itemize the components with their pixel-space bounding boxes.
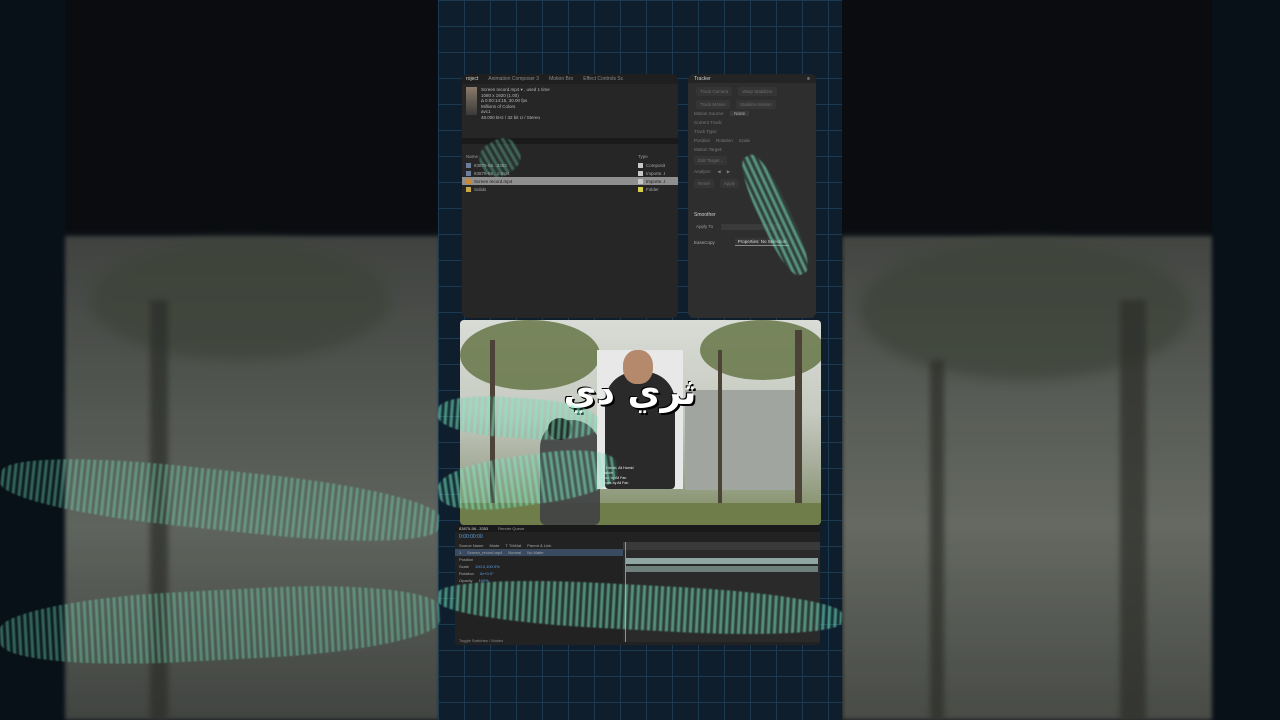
- motion-source-select[interactable]: None: [730, 111, 750, 116]
- tab-effect-controls[interactable]: Effect Controls Sc: [583, 76, 623, 82]
- analyze-backward-icon[interactable]: ◀: [717, 169, 720, 175]
- footage-thumbnail: [466, 87, 477, 115]
- property-name: Opacity: [459, 578, 473, 583]
- warp-stabilizer-button[interactable]: Warp Stabilizer: [738, 87, 777, 96]
- project-item-type: Folder: [646, 186, 659, 192]
- background-edge-right: [1212, 0, 1280, 720]
- tree-trunk: [795, 330, 802, 525]
- smoother-title: Smoother: [694, 212, 716, 218]
- render-queue-tab[interactable]: Render Queue: [498, 526, 524, 531]
- label-swatch[interactable]: [638, 162, 643, 168]
- column-trkmat: T TrkMat: [505, 543, 522, 548]
- footage-icon: [466, 178, 471, 184]
- analyze-forward-icon[interactable]: ▶: [727, 169, 730, 175]
- property-value[interactable]: 100.0,100.0%: [475, 564, 500, 569]
- project-item-name: Solids: [474, 186, 487, 192]
- footage-audio: 48.000 kHz / 32 bit U / Stereo: [481, 114, 541, 120]
- layer-name[interactable]: Screen_record.mp4: [467, 550, 502, 555]
- apply-to-label: Apply To: [696, 224, 714, 229]
- current-track-label: Current Track:: [694, 120, 723, 125]
- column-source-name: Source Name: [459, 543, 484, 548]
- position-checkbox[interactable]: Position: [694, 138, 710, 143]
- layer-number: 1: [459, 550, 462, 555]
- column-type[interactable]: Type: [638, 154, 674, 159]
- property-name: Rotation: [459, 571, 474, 576]
- label-swatch[interactable]: [638, 186, 643, 192]
- motion-target-label: Motion Target:: [694, 147, 723, 152]
- stabilize-motion-button[interactable]: Stabilize Motion: [735, 100, 776, 109]
- blurred-tree-trunk: [1120, 300, 1146, 720]
- property-row[interactable]: Rotation 0x+0.0°: [455, 570, 623, 577]
- layer-column-header: Source Name Mode T TrkMat Parent & Link: [455, 542, 623, 549]
- column-name[interactable]: Name: [466, 154, 478, 159]
- analyze-label: Analyze:: [694, 169, 712, 174]
- blurred-tree-canopy: [90, 240, 390, 360]
- project-panel: roject Animation Composer 3 Motion Bro E…: [462, 74, 678, 318]
- project-item-selected[interactable]: Screen record.mp4 Importe..t: [462, 177, 678, 185]
- rotation-checkbox[interactable]: Rotation: [716, 138, 733, 143]
- timeline-tab[interactable]: 83875-58...3353: [459, 526, 488, 531]
- toggle-switches-modes[interactable]: Toggle Switches / Modes: [459, 638, 503, 643]
- screen: roject Animation Composer 3 Motion Bro E…: [0, 0, 1280, 720]
- project-item-name: Screen record.mp4: [474, 178, 513, 184]
- project-item-type: Composit: [646, 162, 666, 168]
- timecode[interactable]: 0:00:00:00: [455, 532, 820, 542]
- label-swatch[interactable]: [638, 178, 643, 184]
- motion-source-label: Motion Source:: [694, 111, 725, 116]
- property-row[interactable]: Scale 100.0,100.0%: [455, 563, 623, 570]
- property-name: Scale: [459, 564, 470, 569]
- column-parent: Parent & Link: [527, 543, 552, 548]
- label-swatch[interactable]: [638, 170, 643, 176]
- layer-mode[interactable]: Normal: [508, 550, 521, 555]
- tab-project[interactable]: roject: [466, 76, 478, 82]
- scale-checkbox[interactable]: Scale: [739, 138, 750, 143]
- layer-duration-bar[interactable]: [625, 566, 818, 572]
- panel-tabs: roject Animation Composer 3 Motion Bro E…: [462, 74, 678, 84]
- time-ruler[interactable]: [623, 542, 820, 550]
- blurred-tree-trunk: [930, 360, 944, 720]
- project-item-type: Importe..t: [646, 178, 666, 184]
- reset-button[interactable]: Reset: [694, 179, 714, 188]
- panel-menu-icon[interactable]: ≡: [807, 76, 810, 82]
- project-item[interactable]: Solids Folder: [462, 185, 678, 193]
- property-row[interactable]: Position: [455, 556, 623, 563]
- tracker-title-bar: Tracker ≡: [688, 74, 816, 83]
- footage-info: Screen record.mp4 ▾ , used 1 time 1080 x…: [462, 84, 678, 136]
- apply-button[interactable]: Apply: [719, 179, 740, 188]
- edit-target-button[interactable]: Edit Target...: [694, 156, 728, 165]
- project-item-type: Importe..t: [646, 170, 666, 176]
- tab-animation-composer[interactable]: Animation Composer 3: [488, 76, 539, 82]
- track-type-label: Track Type:: [694, 129, 718, 134]
- footage-icon: [466, 170, 471, 176]
- layer-duration-bar[interactable]: [625, 558, 818, 564]
- folder-icon: [466, 186, 471, 192]
- track-camera-button[interactable]: Track Camera: [696, 87, 733, 96]
- property-value[interactable]: 0x+0.0°: [480, 571, 494, 576]
- property-name: Position: [459, 557, 474, 562]
- easecopy-label: EaseCopy: [694, 239, 715, 245]
- tab-motion-bro[interactable]: Motion Bro: [549, 76, 573, 82]
- layer-trkmat[interactable]: No Matte: [527, 550, 543, 555]
- tracker-title: Tracker: [694, 76, 711, 82]
- column-mode: Mode: [489, 543, 500, 548]
- track-motion-button[interactable]: Track Motion: [696, 100, 730, 109]
- composition-icon: [466, 162, 471, 168]
- layer-row[interactable]: 1 Screen_record.mp4 Normal No Matte: [455, 549, 623, 556]
